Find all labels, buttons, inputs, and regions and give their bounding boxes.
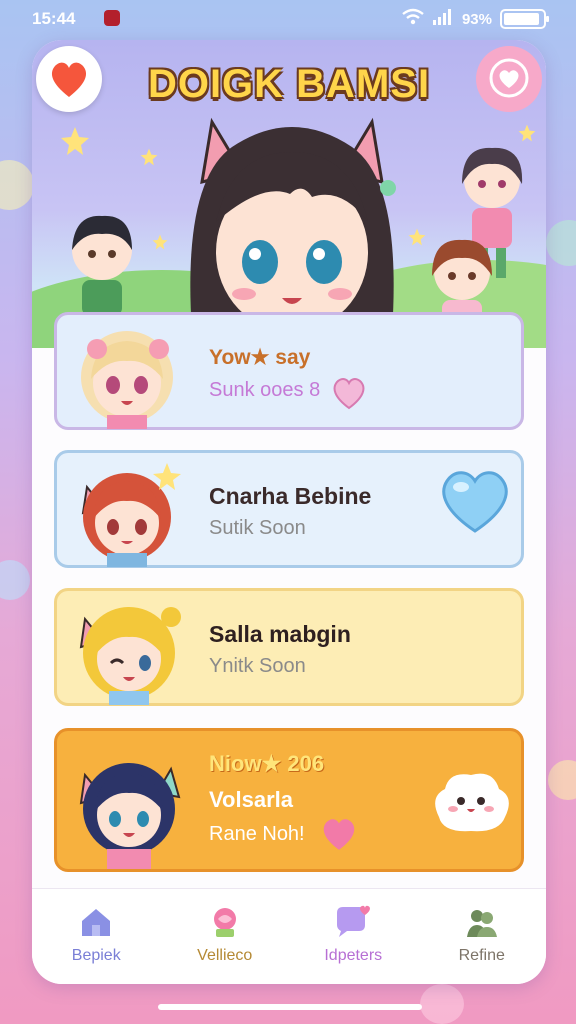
battery-percent: 93% [461, 10, 492, 28]
bottom-nav: Bepiek Vellieco Idpeters Refine [32, 888, 546, 984]
chat-bubble-icon [337, 905, 371, 937]
nav-item-people[interactable]: Refine [418, 889, 547, 984]
home-icon [82, 909, 111, 936]
battery-icon [500, 9, 549, 29]
bokeh-light [546, 220, 576, 266]
nav-item-home[interactable]: Bepiek [32, 889, 161, 984]
blue-heart-icon [442, 471, 508, 533]
side-character-illustration [72, 215, 132, 316]
status-time: 15:44 [32, 9, 76, 28]
nav-label: Bepiek [71, 947, 121, 964]
list-item-subtitle: Rane Noh! [209, 823, 305, 845]
hero-title: DOIGK BAMSI [147, 62, 431, 106]
list-item-title: Yow★ say [209, 346, 311, 369]
list-item[interactable]: Cnarha Bebine Sutik Soon [54, 450, 524, 568]
home-indicator[interactable] [158, 1004, 422, 1010]
star-icon [140, 148, 158, 166]
list-item[interactable]: Yow★ say Sunk ooes 8 [54, 312, 524, 430]
list-item-subtitle: Ynitk Soon [209, 655, 306, 677]
avatar [79, 763, 181, 869]
nav-label: Idpeters [324, 947, 383, 964]
nav-item-chat[interactable]: Idpeters [289, 889, 418, 984]
list-item[interactable]: Niow★ 206 Volsarla Rane Noh! [54, 728, 524, 872]
star-icon [61, 127, 89, 155]
nav-item-cake[interactable]: Vellieco [161, 889, 290, 984]
heart-badge-icon [333, 378, 365, 410]
heart-icon [323, 819, 355, 850]
list-item-badge: Niow★ 206 [209, 751, 325, 776]
list-item-title: Volsarla [209, 787, 293, 812]
list-item[interactable]: Salla mabgin Ynitk Soon [54, 588, 524, 706]
nav-label: Vellieco [197, 947, 253, 964]
bokeh-light [0, 160, 34, 210]
avatar [81, 331, 173, 429]
cake-icon [213, 908, 236, 937]
avatar [81, 463, 181, 567]
notification-app-icon [104, 10, 120, 26]
bokeh-light [0, 560, 30, 600]
bokeh-light [420, 984, 464, 1024]
list-item-subtitle: Sutik Soon [209, 517, 306, 539]
status-bar: 15:44 93% [0, 0, 576, 36]
list-item-title: Salla mabgin [209, 621, 351, 647]
wifi-icon [402, 8, 424, 30]
bokeh-light [548, 760, 576, 800]
list-item-subtitle: Sunk ooes 8 [209, 379, 321, 401]
app-window: DOIGK BAMSI Yow★ say Sunk ooes 8 Cnarha … [32, 40, 546, 984]
status-icons: 93% [402, 8, 549, 30]
avatar [79, 607, 181, 705]
hero-banner: DOIGK BAMSI [32, 40, 546, 348]
ghost-cloud-icon [435, 773, 509, 832]
nav-label: Refine [458, 947, 505, 964]
people-icon [466, 910, 497, 937]
signal-icon [432, 8, 454, 30]
battery-fill [504, 13, 540, 25]
star-icon [152, 234, 168, 250]
list-item-title: Cnarha Bebine [209, 483, 372, 509]
